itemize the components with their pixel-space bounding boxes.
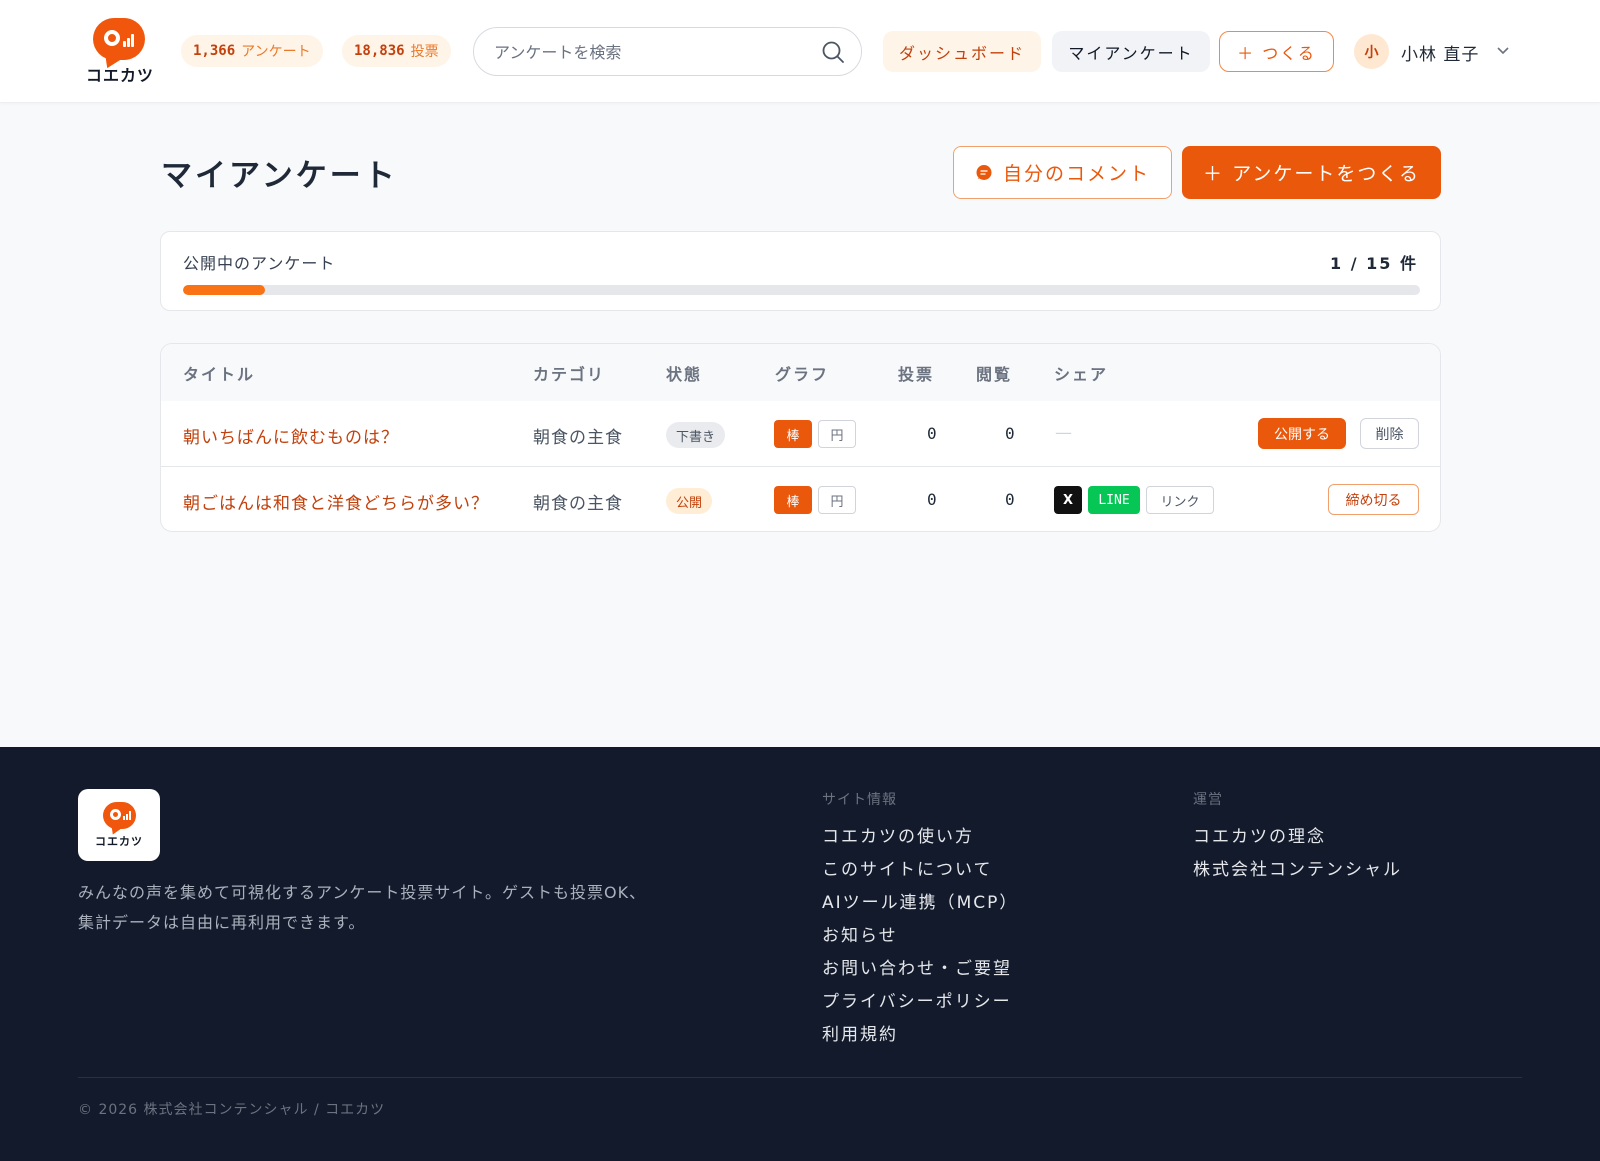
- site-logo[interactable]: コエカツ: [86, 18, 154, 85]
- footer-divider: [78, 1077, 1522, 1078]
- survey-category: 朝食の主食: [533, 428, 623, 448]
- status-badge: 下書き: [666, 422, 726, 448]
- survey-count-value: 1,366: [193, 43, 236, 59]
- chevron-down-icon[interactable]: [1495, 44, 1511, 58]
- column-header-title: タイトル: [183, 365, 256, 384]
- survey-title-link[interactable]: 朝ごはんは和食と洋食どちらが多い？: [183, 489, 489, 514]
- create-survey-button[interactable]: ＋ アンケートをつくる: [1182, 146, 1441, 199]
- search-input[interactable]: [494, 40, 804, 64]
- graph-pie-toggle[interactable]: 円: [818, 420, 856, 448]
- footer-link-news[interactable]: お知らせ: [822, 921, 898, 946]
- footer-link-philosophy[interactable]: コエカツの理念: [1193, 822, 1326, 847]
- footer-description: みんなの声を集めて可視化するアンケート投票サイト。ゲストも投票OK、集計データは…: [78, 883, 647, 932]
- table-row: 朝ごはんは和食と洋食どちらが多い？ 朝食の主食 公開 棒 円 0 0 X LIN…: [161, 467, 1440, 531]
- nav-my-surveys-button[interactable]: マイアンケート: [1052, 31, 1210, 72]
- table-header: タイトル カテゴリ 状態 グラフ 投票 閲覧 シェア: [161, 344, 1440, 401]
- survey-title-link[interactable]: 朝いちばんに飲むものは？: [183, 423, 399, 448]
- footer-logo[interactable]: コエカツ: [78, 789, 160, 861]
- column-header-share: シェア: [1054, 365, 1109, 384]
- share-link-button[interactable]: リンク: [1146, 486, 1214, 514]
- status-badge: 公開: [666, 488, 713, 514]
- share-line-button[interactable]: LINE: [1088, 486, 1140, 514]
- footer-link-ai-tools[interactable]: AIツール連携（MCP）: [822, 888, 1018, 913]
- vote-count-value: 18,836: [354, 43, 405, 59]
- footer-link-company[interactable]: 株式会社コンテンシャル: [1193, 855, 1402, 880]
- footer-logo-text: コエカツ: [95, 835, 143, 848]
- vote-count-unit: 投票: [410, 44, 439, 60]
- graph-bar-toggle[interactable]: 棒: [774, 420, 812, 448]
- close-survey-button[interactable]: 締め切る: [1328, 484, 1419, 515]
- quota-card: 公開中のアンケート 1 / 15 件: [160, 231, 1441, 311]
- column-header-category: カテゴリ: [533, 365, 606, 384]
- avatar[interactable]: 小: [1354, 34, 1389, 69]
- column-header-views: 閲覧: [976, 365, 1013, 384]
- footer-link-terms[interactable]: 利用規約: [822, 1020, 898, 1045]
- share-x-button[interactable]: X: [1054, 486, 1082, 514]
- comment-icon: [976, 164, 992, 180]
- search-box: [473, 27, 862, 76]
- my-comments-button[interactable]: 自分のコメント: [953, 146, 1172, 199]
- view-count: 0: [1005, 490, 1015, 509]
- quota-label: 公開中のアンケート: [183, 254, 336, 273]
- table-row: 朝いちばんに飲むものは？ 朝食の主食 下書き 棒 円 0 0 — 公開する 削除: [161, 401, 1440, 467]
- quota-progress-fill: [183, 285, 266, 295]
- column-header-status: 状態: [666, 365, 703, 384]
- view-count: 0: [1005, 424, 1015, 443]
- graph-pie-toggle[interactable]: 円: [818, 486, 856, 514]
- quota-progress-bar: [183, 285, 1420, 295]
- vote-count: 0: [927, 424, 937, 443]
- footer-copyright: © 2026 株式会社コンテンシャル / コエカツ: [78, 1102, 386, 1118]
- footer-link-about[interactable]: このサイトについて: [822, 855, 993, 880]
- site-header: コエカツ 1,366 アンケート 18,836 投票 ダッシュボード マイアンケ…: [0, 0, 1600, 103]
- graph-bar-toggle[interactable]: 棒: [774, 486, 812, 514]
- delete-button[interactable]: 削除: [1360, 418, 1419, 449]
- user-name[interactable]: 小林 直子: [1401, 40, 1479, 65]
- vote-count-badge: 18,836 投票: [342, 35, 451, 67]
- share-unavailable: —: [1055, 423, 1072, 443]
- footer-link-contact[interactable]: お問い合わせ・ご要望: [822, 954, 1012, 979]
- column-header-votes: 投票: [898, 365, 935, 384]
- quota-count: 1 / 15 件: [1330, 254, 1418, 273]
- nav-dashboard-button[interactable]: ダッシュボード: [883, 31, 1041, 72]
- footer-link-how-to-use[interactable]: コエカツの使い方: [822, 822, 974, 847]
- logo-text: コエカツ: [86, 66, 155, 85]
- column-header-graph: グラフ: [775, 365, 830, 384]
- survey-table: タイトル カテゴリ 状態 グラフ 投票 閲覧 シェア 朝いちばんに飲むものは？ …: [160, 343, 1441, 532]
- survey-category: 朝食の主食: [533, 494, 623, 514]
- search-icon[interactable]: [821, 40, 845, 64]
- footer-operation-title: 運営: [1193, 792, 1223, 808]
- publish-button[interactable]: 公開する: [1258, 418, 1346, 449]
- footer-link-privacy[interactable]: プライバシーポリシー: [822, 987, 1012, 1012]
- my-comments-label: 自分のコメント: [1002, 163, 1150, 185]
- survey-count-badge: 1,366 アンケート: [181, 35, 323, 67]
- page-title: マイアンケート: [161, 158, 398, 194]
- survey-count-unit: アンケート: [241, 44, 311, 60]
- poll-chart-icon: [110, 808, 131, 822]
- vote-count: 0: [927, 490, 937, 509]
- site-footer: コエカツ みんなの声を集めて可視化するアンケート投票サイト。ゲストも投票OK、集…: [0, 747, 1600, 1161]
- nav-create-button[interactable]: ＋ つくる: [1219, 31, 1334, 72]
- footer-site-info-title: サイト情報: [822, 792, 897, 808]
- poll-chart-icon: [104, 28, 134, 50]
